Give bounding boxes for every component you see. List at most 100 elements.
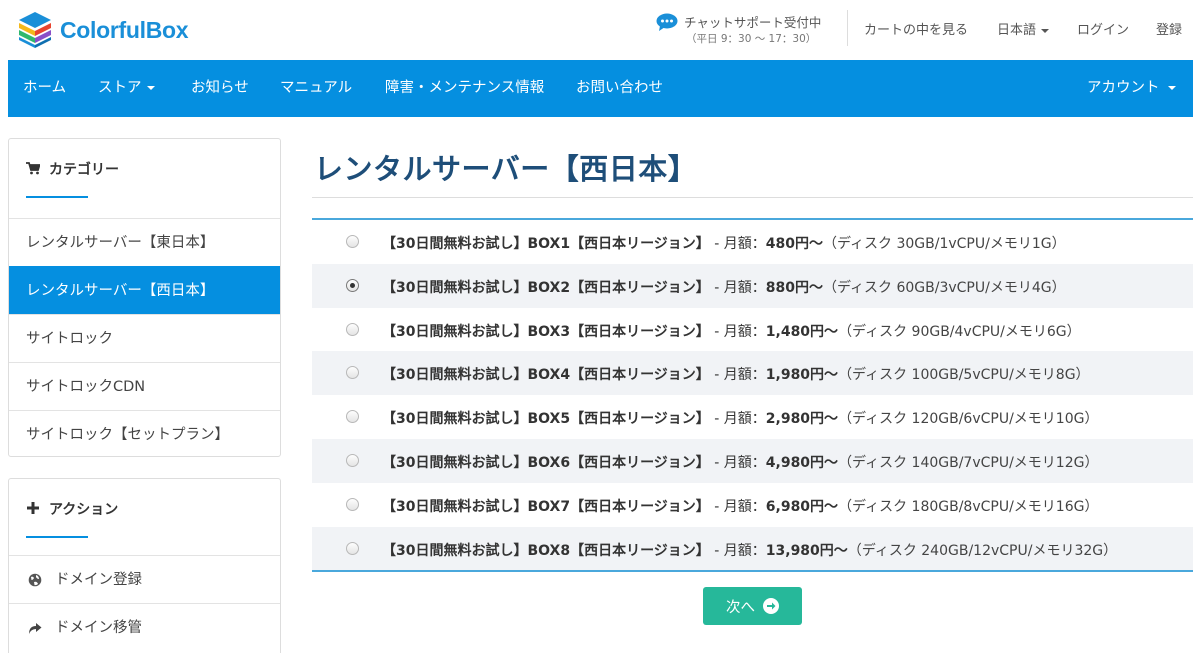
product-option-row[interactable]: 【30日間無料お試し】BOX7【西日本リージョン】 - 月額：6,980円〜（デ… (312, 483, 1193, 527)
nav-store-label: ストア (98, 80, 142, 96)
nav-account-label: アカウント (1087, 80, 1160, 96)
domain-transfer-label: ドメイン移管 (55, 620, 142, 636)
product-radio[interactable] (346, 410, 359, 424)
caret-down-icon (146, 86, 155, 90)
nav-store[interactable]: ストア (98, 60, 155, 117)
product-name: 【30日間無料お試し】BOX5【西日本リージョン】 (382, 411, 710, 428)
product-label[interactable]: 【30日間無料お試し】BOX4【西日本リージョン】 - 月額：1,980円〜（デ… (382, 364, 1090, 384)
category-panel: カテゴリー レンタルサーバー【東日本】 レンタルサーバー【西日本】 サイトロック… (8, 138, 281, 457)
product-price: 1,980円〜 (765, 367, 839, 384)
product-option-row[interactable]: 【30日間無料お試し】BOX2【西日本リージョン】 - 月額：880円〜（ディス… (312, 263, 1193, 308)
nav-maintenance[interactable]: 障害・メンテナンス情報 (385, 60, 544, 117)
product-spec: （ディスク 120GB/6vCPU/メモリ10G） (838, 411, 1099, 428)
title-divider (312, 197, 1193, 198)
product-label[interactable]: 【30日間無料お試し】BOX6【西日本リージョン】 - 月額：4,980円〜（デ… (382, 452, 1098, 472)
cart-icon (26, 162, 40, 175)
header-accent-rule (26, 536, 88, 538)
product-option-row[interactable]: 【30日間無料お試し】BOX3【西日本リージョン】 - 月額：1,480円〜（デ… (312, 308, 1193, 352)
product-list: 【30日間無料お試し】BOX1【西日本リージョン】 - 月額：480円〜（ディス… (312, 218, 1193, 573)
product-price: 1,480円〜 (765, 323, 839, 340)
sidebar-item-sitelock-cdn[interactable]: サイトロックCDN (9, 362, 280, 410)
sidebar-item-sitelock-set[interactable]: サイトロック【セットプラン】 (9, 410, 280, 456)
product-name: 【30日間無料お試し】BOX4【西日本リージョン】 (382, 367, 710, 384)
product-spec: （ディスク 60GB/3vCPU/メモリ4G） (823, 279, 1066, 296)
header-accent-rule (26, 196, 88, 198)
product-radio[interactable] (346, 322, 359, 336)
language-dropdown[interactable]: 日本語 (997, 19, 1050, 38)
product-spec: （ディスク 30GB/1vCPU/メモリ1G） (823, 236, 1066, 252)
product-spec: （ディスク 100GB/5vCPU/メモリ8G） (838, 367, 1090, 384)
product-price-prefix: - 月額： (709, 279, 766, 296)
product-name: 【30日間無料お試し】BOX3【西日本リージョン】 (382, 323, 710, 340)
brand-logo[interactable]: ColorfulBox (18, 10, 189, 50)
product-label[interactable]: 【30日間無料お試し】BOX8【西日本リージョン】 - 月額：13,980円〜（… (382, 540, 1117, 560)
product-price-prefix: - 月額： (709, 542, 766, 559)
globe-icon (28, 573, 42, 587)
product-radio[interactable] (346, 453, 359, 467)
next-button-label: 次へ (726, 599, 755, 616)
sidebar-item-domain-register[interactable]: ドメイン登録 (9, 555, 280, 603)
action-panel-header: アクション (9, 479, 280, 550)
product-name: 【30日間無料お試し】BOX6【西日本リージョン】 (382, 454, 710, 471)
product-label[interactable]: 【30日間無料お試し】BOX7【西日本リージョン】 - 月額：6,980円〜（デ… (382, 496, 1098, 516)
product-name: 【30日間無料お試し】BOX8【西日本リージョン】 (382, 542, 710, 559)
product-spec: （ディスク 180GB/8vCPU/メモリ16G） (838, 498, 1099, 515)
nav-manual[interactable]: マニュアル (280, 60, 352, 117)
product-name: 【30日間無料お試し】BOX1【西日本リージョン】 (382, 236, 710, 252)
product-label[interactable]: 【30日間無料お試し】BOX1【西日本リージョン】 - 月額：480円〜（ディス… (382, 233, 1066, 253)
chat-bubble-icon (656, 13, 678, 31)
nav-home[interactable]: ホーム (23, 60, 66, 117)
product-label[interactable]: 【30日間無料お試し】BOX3【西日本リージョン】 - 月額：1,480円〜（デ… (382, 321, 1081, 341)
plus-icon (27, 502, 39, 514)
top-header: ColorfulBox チャットサポート受付中 （平日 9：30 〜 17：30… (0, 0, 1200, 60)
brand-name: ColorfulBox (60, 16, 189, 43)
product-price-prefix: - 月額： (709, 367, 766, 384)
caret-down-icon (1041, 28, 1050, 33)
sidebar-item-domain-transfer[interactable]: ドメイン移管 (9, 603, 280, 651)
product-price-prefix: - 月額： (709, 411, 766, 428)
category-panel-title: カテゴリー (49, 162, 119, 178)
product-option-row[interactable]: 【30日間無料お試し】BOX5【西日本リージョン】 - 月額：2,980円〜（デ… (312, 395, 1193, 439)
product-price: 880円〜 (765, 279, 823, 296)
product-price-prefix: - 月額： (709, 498, 766, 515)
sidebar-item-rental-east[interactable]: レンタルサーバー【東日本】 (9, 218, 280, 266)
main-nav: ホーム ストア お知らせ マニュアル 障害・メンテナンス情報 お問い合わせ アカ… (8, 60, 1193, 117)
product-radio[interactable] (346, 497, 359, 511)
caret-down-icon (1167, 86, 1176, 90)
product-label[interactable]: 【30日間無料お試し】BOX5【西日本リージョン】 - 月額：2,980円〜（デ… (382, 408, 1098, 428)
sidebar-item-sitelock[interactable]: サイトロック (9, 314, 280, 362)
page-title: レンタルサーバー【西日本】 (314, 152, 698, 186)
category-panel-header: カテゴリー (9, 139, 280, 210)
action-panel: アクション ドメイン登録 ドメイン移管 (8, 478, 281, 653)
chat-status: チャットサポート受付中 (684, 15, 822, 30)
product-price: 480円〜 (765, 236, 823, 252)
domain-register-label: ドメイン登録 (55, 572, 142, 588)
view-cart-link[interactable]: カートの中を見る (864, 19, 968, 38)
share-arrow-icon (29, 623, 42, 634)
nav-account[interactable]: アカウント (1087, 60, 1176, 117)
product-label[interactable]: 【30日間無料お試し】BOX2【西日本リージョン】 - 月額：880円〜（ディス… (382, 277, 1066, 297)
product-radio[interactable] (346, 541, 359, 555)
product-radio[interactable] (346, 278, 359, 292)
product-radio[interactable] (346, 235, 359, 248)
product-option-row[interactable]: 【30日間無料お試し】BOX4【西日本リージョン】 - 月額：1,980円〜（デ… (312, 351, 1193, 396)
next-button[interactable]: 次へ (703, 587, 802, 625)
product-name: 【30日間無料お試し】BOX2【西日本リージョン】 (382, 279, 710, 296)
login-link[interactable]: ログイン (1077, 19, 1129, 38)
language-label: 日本語 (997, 23, 1037, 38)
product-option-row[interactable]: 【30日間無料お試し】BOX8【西日本リージョン】 - 月額：13,980円〜（… (312, 526, 1193, 571)
product-option-row[interactable]: 【30日間無料お試し】BOX1【西日本リージョン】 - 月額：480円〜（ディス… (312, 220, 1193, 264)
product-spec: （ディスク 140GB/7vCPU/メモリ12G） (838, 454, 1099, 471)
product-price-prefix: - 月額： (709, 323, 766, 340)
sidebar-item-rental-west[interactable]: レンタルサーバー【西日本】 (9, 266, 280, 314)
product-spec: （ディスク 240GB/12vCPU/メモリ32G） (847, 542, 1118, 559)
action-panel-title: アクション (49, 502, 119, 518)
register-link[interactable]: 登録 (1156, 19, 1182, 38)
product-radio[interactable] (346, 366, 359, 380)
arrow-right-circle-icon (763, 598, 779, 614)
product-price: 4,980円〜 (765, 454, 839, 471)
header-divider (847, 10, 848, 46)
product-option-row[interactable]: 【30日間無料お試し】BOX6【西日本リージョン】 - 月額：4,980円〜（デ… (312, 438, 1193, 483)
nav-contact[interactable]: お問い合わせ (576, 60, 663, 117)
nav-news[interactable]: お知らせ (191, 60, 249, 117)
